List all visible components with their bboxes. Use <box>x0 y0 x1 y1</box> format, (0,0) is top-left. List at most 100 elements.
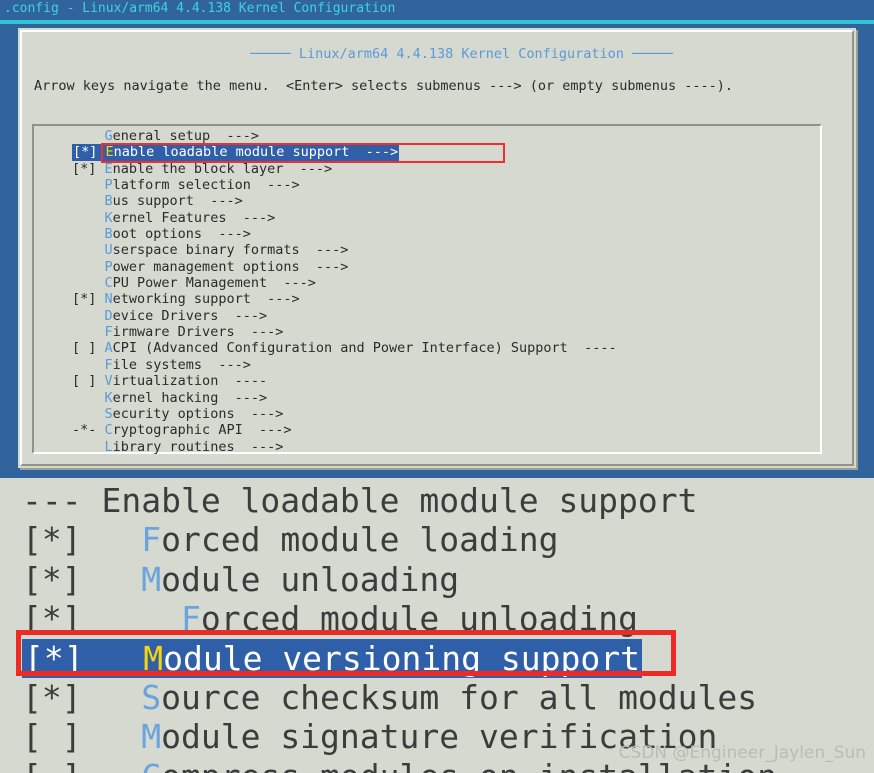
menu-item-flag <box>72 193 105 209</box>
menu-item-hotkey: E <box>104 160 113 177</box>
menu-item-arrow: ---> <box>193 193 243 210</box>
menu-item-hotkey: B <box>104 193 113 210</box>
menu-item[interactable]: Kernel hacking ---> <box>72 390 832 406</box>
menu-item-flag <box>72 275 105 291</box>
menu-item-label: ecurity options <box>112 405 235 422</box>
menu-item[interactable]: File systems ---> <box>72 357 832 373</box>
submenu-item-hotkey: M <box>141 717 162 757</box>
help-line-1: Arrow keys navigate the menu. <Enter> se… <box>34 78 733 95</box>
menu-item[interactable]: [ ] Virtualization ---- <box>72 373 832 389</box>
menu-item-flag <box>72 390 105 406</box>
annotation-box-module-versioning-support <box>16 630 676 676</box>
submenu-item-flag: [*] <box>22 677 102 717</box>
menu-item-label: CPI (Advanced Configuration and Power In… <box>112 340 568 357</box>
menu-item-hotkey: V <box>104 373 113 390</box>
menu-item[interactable]: [*] Enable the block layer ---> <box>72 161 832 177</box>
menu-item[interactable]: Firmware Drivers ---> <box>72 324 832 340</box>
menu-item[interactable]: Kernel Features ---> <box>72 210 832 226</box>
menu-item-arrow: ---> <box>234 438 284 455</box>
menu-item-hotkey: B <box>104 226 113 243</box>
menu-item-flag <box>72 128 105 144</box>
menu-item-flag <box>72 324 105 340</box>
menu-item-label: ower management options <box>112 258 300 275</box>
submenu-item-label: orced module loading <box>161 520 559 560</box>
menu-item-flag: [*] <box>72 291 105 308</box>
submenu-item-indent <box>101 560 141 599</box>
menu-item-arrow: ---> <box>210 128 259 144</box>
menu-item[interactable]: Device Drivers ---> <box>72 308 832 324</box>
menu-item-hotkey: C <box>104 422 113 439</box>
submenu-item[interactable]: [*] Forced module loading <box>22 520 874 559</box>
menu-item-label: serspace binary formats <box>112 242 300 259</box>
menu-item[interactable]: [*] Networking support ---> <box>72 291 832 307</box>
menu-item[interactable]: General setup ---> <box>72 128 832 144</box>
menu-item-arrow: ---- <box>218 373 268 390</box>
submenu-item-flag: --- <box>22 481 102 520</box>
submenu-item-hotkey: F <box>141 520 162 560</box>
menu-item-label: etworking support <box>112 291 251 308</box>
menu-item-arrow: ---- <box>567 340 617 357</box>
window-title: .config - Linux/arm64 4.4.138 Kernel Con… <box>4 1 396 16</box>
menu-item-label: irmware Drivers <box>112 324 235 341</box>
menu-item-hotkey: C <box>104 275 113 292</box>
menu-item-flag <box>72 210 105 226</box>
submenu-list[interactable]: --- Enable loadable module support [*] Fo… <box>22 481 874 773</box>
title-separator-rule <box>0 20 874 24</box>
menu-item-arrow: ---> <box>242 422 292 439</box>
menu-item-arrow: ---> <box>218 389 268 406</box>
submenu-item[interactable]: [*] Module unloading <box>22 560 874 599</box>
menu-item-hotkey: P <box>104 258 113 275</box>
submenu-item[interactable]: --- Enable loadable module support <box>22 481 874 520</box>
menu-item[interactable]: [ ] ACPI (Advanced Configuration and Pow… <box>72 340 832 356</box>
menu-item-label: oot options <box>112 226 203 243</box>
menu-item-arrow: ---> <box>250 177 300 194</box>
submenu-item-indent <box>101 717 141 756</box>
menuconfig-window: .config - Linux/arm64 4.4.138 Kernel Con… <box>0 0 874 478</box>
menu-item[interactable]: Library routines ---> <box>72 439 832 455</box>
submenu-item-indent <box>101 678 141 717</box>
menu-item[interactable]: Power management options ---> <box>72 259 832 275</box>
menu-item[interactable]: Userspace binary formats ---> <box>72 242 832 258</box>
title-bar: .config - Linux/arm64 4.4.138 Kernel Con… <box>0 0 874 18</box>
annotation-box-enable-loadable-module-support <box>101 143 505 163</box>
menu-item[interactable]: Bus support ---> <box>72 193 832 209</box>
submenu-item-flag: [*] <box>22 520 102 560</box>
menu-item-label: PU Power Management <box>112 275 268 292</box>
menu-item-label: evice Drivers <box>112 307 219 324</box>
menu-item-hotkey: F <box>104 324 113 341</box>
menu-item[interactable]: Security options ---> <box>72 406 832 422</box>
menu-item-hotkey: F <box>104 356 113 373</box>
menu-item-hotkey: K <box>104 389 113 406</box>
submenu-item-label: Enable loadable module support <box>101 481 698 520</box>
menu-item-label: us support <box>112 193 194 210</box>
submenu-item-indent <box>101 757 141 773</box>
menu-list[interactable]: General setup ---> [*] Enable loadable mo… <box>72 128 832 455</box>
menu-item-arrow: ---> <box>283 160 333 177</box>
menu-item-flag <box>72 242 105 258</box>
menu-item-arrow: ---> <box>299 242 349 259</box>
menu-item-arrow: ---> <box>250 291 300 308</box>
menu-item-arrow: ---> <box>299 258 349 275</box>
menu-item-label: ibrary routines <box>112 438 235 455</box>
menu-item-flag <box>72 439 105 455</box>
submenu-item[interactable]: [*] Source checksum for all modules <box>22 678 874 717</box>
submenu-item-label: odule unloading <box>161 559 460 599</box>
menu-item-flag <box>72 357 105 373</box>
menu-item-flag: [ ] <box>72 373 105 390</box>
watermark-label: CSDN @Engineer_Jaylen_Sun <box>618 743 866 763</box>
menu-item-label: ryptographic API <box>112 422 243 439</box>
menu-item[interactable]: -*- Cryptographic API ---> <box>72 422 832 438</box>
menu-item-flag: -*- <box>72 422 105 439</box>
menu-item-label: ile systems <box>112 356 203 373</box>
submenu-zoom-view: --- Enable loadable module support [*] Fo… <box>0 479 874 773</box>
menu-item-arrow: ---> <box>234 405 284 422</box>
submenu-item-hotkey: C <box>141 757 161 773</box>
menu-item[interactable]: CPU Power Management ---> <box>72 275 832 291</box>
menu-item-arrow: ---> <box>218 307 268 324</box>
menu-item-hotkey: U <box>104 242 113 259</box>
menu-item-arrow: ---> <box>234 324 284 341</box>
menu-item-flag <box>72 226 105 242</box>
menu-item[interactable]: Platform selection ---> <box>72 177 832 193</box>
menu-item[interactable]: Boot options ---> <box>72 226 832 242</box>
menu-item-label: nable the block layer <box>112 160 284 177</box>
